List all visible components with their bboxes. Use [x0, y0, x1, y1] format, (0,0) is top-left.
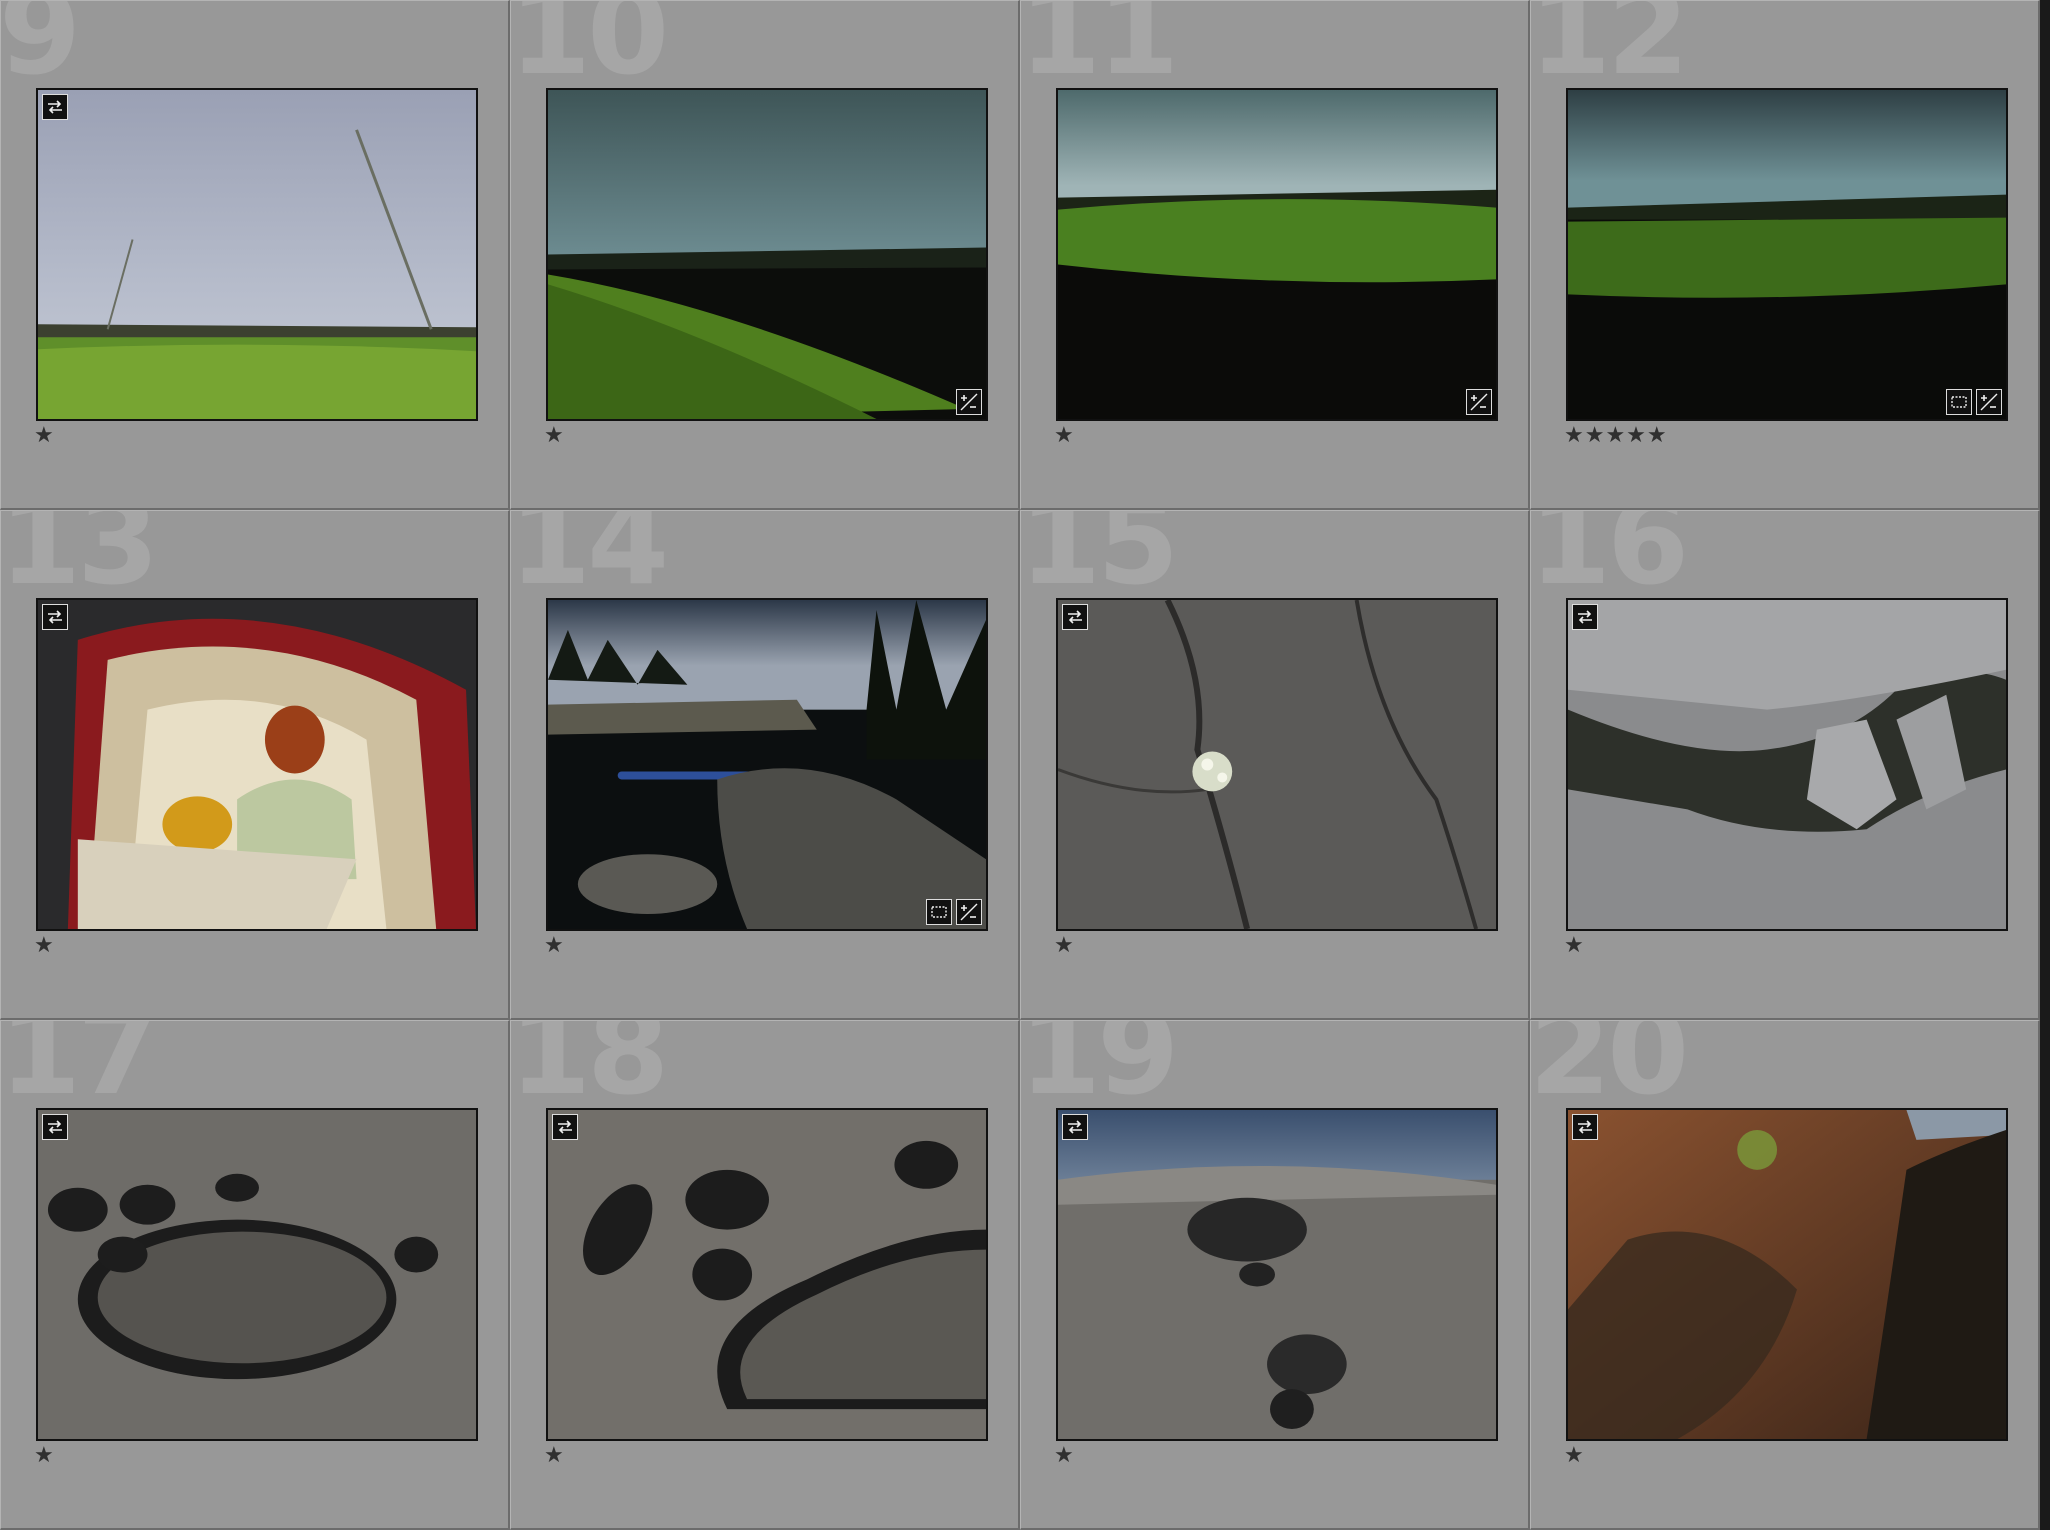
thumbnail-cell[interactable]: 19 ★ [1020, 1020, 1530, 1530]
thumbnail-cell[interactable]: 20 ★ [1530, 1020, 2040, 1530]
thumbnail-cell[interactable]: 13 ★ [0, 510, 510, 1020]
thumbnail-cell[interactable]: 18 ★ [510, 1020, 1020, 1530]
cell-index-number: 14 [510, 510, 669, 611]
virtual-copy-icon[interactable] [42, 94, 68, 120]
virtual-copy-icon[interactable] [1572, 604, 1598, 630]
photo-thumbnail[interactable] [36, 1108, 478, 1441]
cell-index-number: 9 [0, 0, 81, 101]
star-rating[interactable]: ★ [544, 425, 565, 447]
star-rating[interactable]: ★ [544, 935, 565, 957]
photo-image [548, 90, 986, 419]
photo-thumbnail[interactable] [1566, 88, 2008, 421]
star-rating[interactable]: ★ [1564, 935, 1585, 957]
cell-index-number: 11 [1020, 0, 1179, 101]
develop-icon[interactable] [1466, 389, 1492, 415]
cell-index-number: 20 [1530, 1020, 1689, 1121]
star-rating[interactable]: ★ [544, 1445, 565, 1467]
star-rating[interactable]: ★ [1054, 1445, 1075, 1467]
virtual-copy-icon[interactable] [1062, 604, 1088, 630]
cell-index-number: 19 [1020, 1020, 1179, 1121]
develop-icon[interactable] [956, 389, 982, 415]
photo-image [1058, 90, 1496, 419]
photo-image [548, 1110, 986, 1439]
crop-icon[interactable] [926, 899, 952, 925]
virtual-copy-icon[interactable] [552, 1114, 578, 1140]
virtual-copy-icon[interactable] [1062, 1114, 1088, 1140]
develop-icon[interactable] [1976, 389, 2002, 415]
photo-thumbnail[interactable] [36, 598, 478, 931]
star-rating[interactable]: ★ [34, 425, 55, 447]
thumbnail-cell[interactable]: 15 ★ [1020, 510, 1530, 1020]
crop-icon[interactable] [1946, 389, 1972, 415]
thumbnail-cell[interactable]: 9 ★ [0, 0, 510, 510]
photo-image [1568, 600, 2006, 929]
photo-image [548, 600, 986, 929]
photo-image [1568, 90, 2006, 419]
photo-image [38, 1110, 476, 1439]
develop-icon[interactable] [956, 899, 982, 925]
photo-thumbnail[interactable] [546, 88, 988, 421]
thumbnail-grid: 9 ★ 10 ★ 11 ★ 12 ★★★★★ 13 ★ 14 ★ 15 ★ 16… [0, 0, 2040, 1530]
star-rating[interactable]: ★ [1564, 1445, 1585, 1467]
photo-thumbnail[interactable] [546, 1108, 988, 1441]
virtual-copy-icon[interactable] [1572, 1114, 1598, 1140]
photo-image [1058, 600, 1496, 929]
photo-thumbnail[interactable] [36, 88, 478, 421]
photo-thumbnail[interactable] [1056, 1108, 1498, 1441]
cell-index-number: 18 [510, 1020, 669, 1121]
cell-index-number: 16 [1530, 510, 1689, 611]
cell-index-number: 15 [1020, 510, 1179, 611]
photo-thumbnail[interactable] [1056, 598, 1498, 931]
photo-image [1568, 1110, 2006, 1439]
photo-image [38, 90, 476, 419]
star-rating[interactable]: ★★★★★ [1564, 425, 1668, 447]
photo-image [38, 600, 476, 929]
photo-thumbnail[interactable] [1056, 88, 1498, 421]
star-rating[interactable]: ★ [1054, 935, 1075, 957]
thumbnail-cell[interactable]: 10 ★ [510, 0, 1020, 510]
thumbnail-cell[interactable]: 14 ★ [510, 510, 1020, 1020]
cell-index-number: 12 [1530, 0, 1689, 101]
virtual-copy-icon[interactable] [42, 604, 68, 630]
cell-index-number: 10 [510, 0, 669, 101]
thumbnail-cell[interactable]: 11 ★ [1020, 0, 1530, 510]
photo-thumbnail[interactable] [546, 598, 988, 931]
photo-thumbnail[interactable] [1566, 598, 2008, 931]
star-rating[interactable]: ★ [34, 935, 55, 957]
virtual-copy-icon[interactable] [42, 1114, 68, 1140]
thumbnail-cell[interactable]: 12 ★★★★★ [1530, 0, 2040, 510]
photo-image [1058, 1110, 1496, 1439]
thumbnail-cell[interactable]: 17 ★ [0, 1020, 510, 1530]
cell-index-number: 13 [0, 510, 159, 611]
star-rating[interactable]: ★ [1054, 425, 1075, 447]
star-rating[interactable]: ★ [34, 1445, 55, 1467]
cell-index-number: 17 [0, 1020, 159, 1121]
thumbnail-cell[interactable]: 16 ★ [1530, 510, 2040, 1020]
photo-thumbnail[interactable] [1566, 1108, 2008, 1441]
